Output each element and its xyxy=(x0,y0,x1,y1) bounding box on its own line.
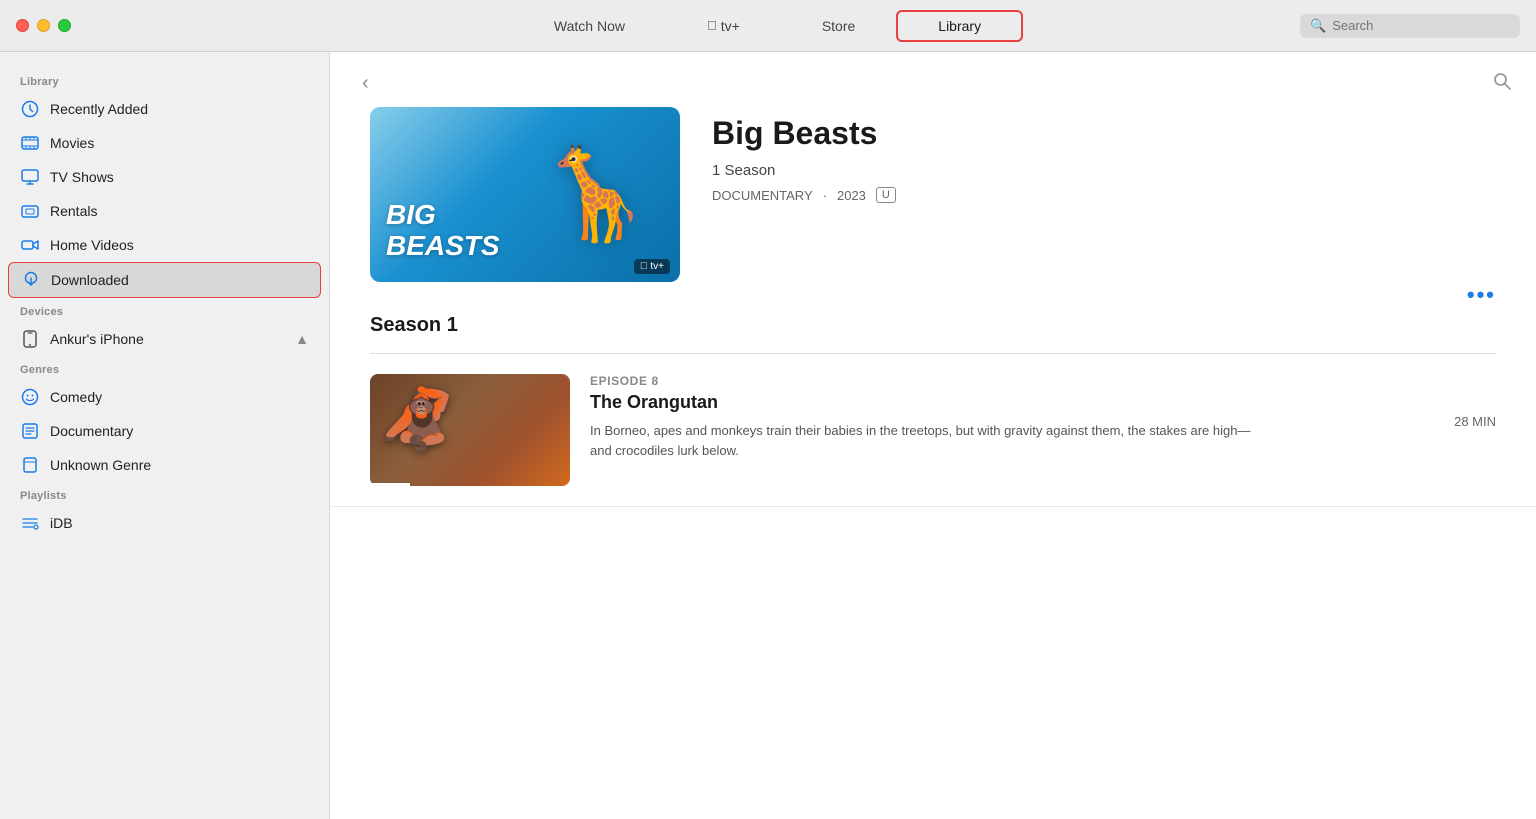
tab-apple-tv-plus[interactable]:  tv+ xyxy=(666,11,781,41)
content-search-icon[interactable] xyxy=(1492,71,1512,96)
nav-tabs: Watch Now  tv+ Store Library xyxy=(513,10,1023,42)
maximize-button[interactable] xyxy=(58,19,71,32)
show-year: 2023 xyxy=(837,188,866,203)
show-thumbnail: BIG BEASTS 🦒 tv+ xyxy=(370,107,680,282)
back-button[interactable]: ‹ xyxy=(354,68,377,99)
episode-details: EPISODE 8 The Orangutan In Borneo, apes … xyxy=(590,374,1434,460)
episode-item: 🦧 EPISODE 8 The Orangutan In Borneo, ape… xyxy=(330,354,1536,507)
episode-description: In Borneo, apes and monkeys train their … xyxy=(590,421,1270,460)
playlist-icon xyxy=(20,513,40,533)
window-controls xyxy=(16,19,71,32)
unknown-genre-label: Unknown Genre xyxy=(50,457,151,473)
main-layout: Library Recently Added xyxy=(0,52,1536,819)
sidebar-item-ankur-iphone[interactable]: Ankur's iPhone ▲ xyxy=(0,322,329,356)
recently-added-icon xyxy=(20,99,40,119)
sidebar-item-idb[interactable]: iDB xyxy=(0,506,329,540)
movies-label: Movies xyxy=(50,135,94,151)
rentals-label: Rentals xyxy=(50,203,97,219)
movies-icon xyxy=(20,133,40,153)
documentary-label: Documentary xyxy=(50,423,133,439)
home-videos-icon xyxy=(20,235,40,255)
apple-icon:  xyxy=(707,18,717,33)
sidebar-item-tv-shows[interactable]: TV Shows xyxy=(0,160,329,194)
eject-icon[interactable]: ▲ xyxy=(295,331,309,347)
tab-store[interactable]: Store xyxy=(781,11,896,41)
idb-label: iDB xyxy=(50,515,73,531)
recently-added-label: Recently Added xyxy=(50,101,148,117)
playlists-section-label: Playlists xyxy=(0,482,329,506)
content-header: ‹ xyxy=(330,52,1536,107)
downloaded-label: Downloaded xyxy=(51,272,129,288)
episode-number: EPISODE 8 xyxy=(590,374,1434,388)
comedy-icon xyxy=(20,387,40,407)
search-input[interactable] xyxy=(1332,18,1510,33)
comedy-label: Comedy xyxy=(50,389,102,405)
minimize-button[interactable] xyxy=(37,19,50,32)
show-header: BIG BEASTS 🦒 tv+ Big Beasts 1 Season DO… xyxy=(330,107,1536,314)
sidebar-item-documentary[interactable]: Documentary xyxy=(0,414,329,448)
unknown-genre-icon xyxy=(20,455,40,475)
genres-section-label: Genres xyxy=(0,356,329,380)
show-season: 1 Season xyxy=(712,162,1496,179)
tab-library[interactable]: Library xyxy=(896,10,1023,42)
show-meta: DOCUMENTARY · 2023 U xyxy=(712,187,1496,203)
sidebar-item-unknown-genre[interactable]: Unknown Genre xyxy=(0,448,329,482)
iphone-label: Ankur's iPhone xyxy=(50,331,144,347)
season-label: Season 1 xyxy=(330,314,1536,353)
sidebar-item-downloaded[interactable]: Downloaded xyxy=(8,262,321,298)
show-info: Big Beasts 1 Season DOCUMENTARY · 2023 U xyxy=(712,107,1496,203)
more-options-button[interactable]: ••• xyxy=(1467,282,1496,308)
thumbnail-title: BIG BEASTS xyxy=(386,200,500,262)
giraffe-image: 🦒 xyxy=(530,107,660,282)
tab-watch-now[interactable]: Watch Now xyxy=(513,11,666,41)
documentary-icon xyxy=(20,421,40,441)
search-bar[interactable]: 🔍 xyxy=(1300,14,1520,38)
library-section-label: Library xyxy=(0,68,329,92)
episode-title: The Orangutan xyxy=(590,392,1434,413)
show-title: Big Beasts xyxy=(712,115,1496,152)
episode-thumbnail[interactable]: 🦧 xyxy=(370,374,570,486)
tv-shows-icon xyxy=(20,167,40,187)
sidebar: Library Recently Added xyxy=(0,52,330,819)
apple-tv-plus-badge: tv+ xyxy=(634,259,670,274)
content-area: ‹ BIG BEASTS 🦒 tv+ xyxy=(330,52,1536,819)
devices-section-label: Devices xyxy=(0,298,329,322)
episode-duration: 28 MIN xyxy=(1454,374,1496,429)
rentals-icon xyxy=(20,201,40,221)
home-videos-label: Home Videos xyxy=(50,237,134,253)
downloaded-icon xyxy=(21,270,41,290)
sidebar-item-home-videos[interactable]: Home Videos xyxy=(0,228,329,262)
episode-progress-bar xyxy=(370,483,410,486)
search-icon: 🔍 xyxy=(1310,18,1326,34)
close-button[interactable] xyxy=(16,19,29,32)
dot-separator: · xyxy=(823,188,827,203)
sidebar-item-recently-added[interactable]: Recently Added xyxy=(0,92,329,126)
title-bar: Watch Now  tv+ Store Library 🔍 xyxy=(0,0,1536,52)
show-genre: DOCUMENTARY xyxy=(712,188,813,203)
sidebar-item-movies[interactable]: Movies xyxy=(0,126,329,160)
sidebar-item-comedy[interactable]: Comedy xyxy=(0,380,329,414)
sidebar-item-rentals[interactable]: Rentals xyxy=(0,194,329,228)
iphone-icon xyxy=(20,329,40,349)
tv-shows-label: TV Shows xyxy=(50,169,114,185)
rating-badge: U xyxy=(876,187,896,203)
